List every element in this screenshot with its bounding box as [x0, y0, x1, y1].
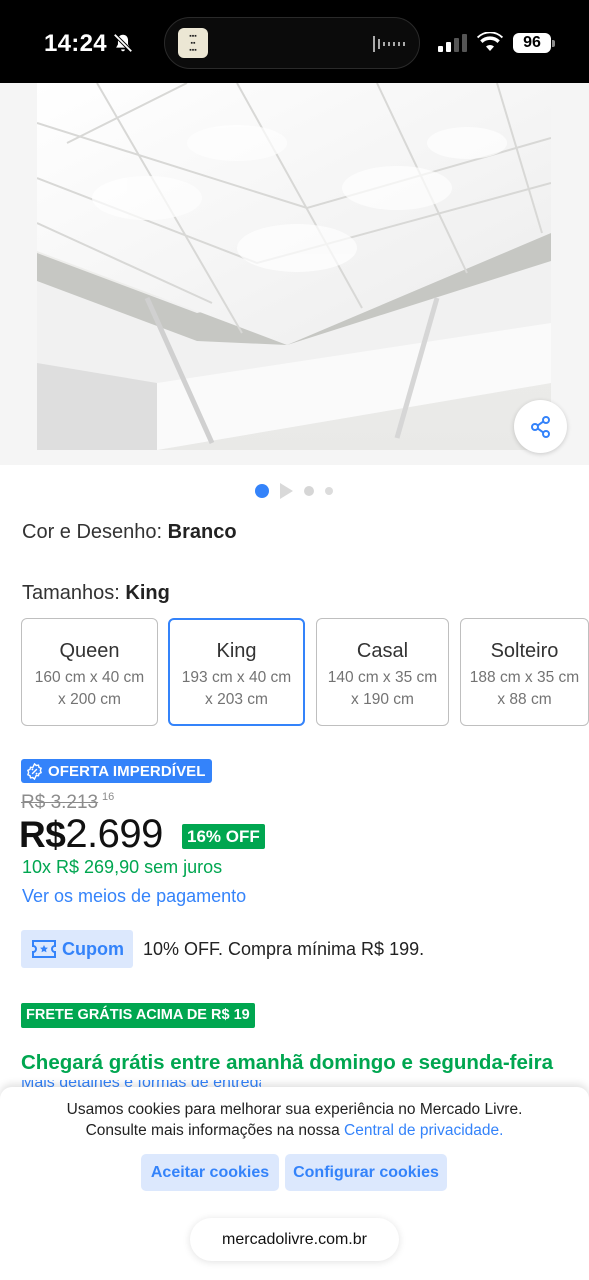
size-option-queen[interactable]: Queen 160 cm x 40 cm x 200 cm: [21, 618, 158, 726]
old-price: R$ 3.213: [21, 792, 99, 813]
badge-gear-icon: [27, 762, 42, 780]
size-option-dims: 188 cm x 35 cm x 88 cm: [469, 669, 580, 708]
signal-icon: [438, 34, 467, 52]
product-gallery[interactable]: [0, 83, 589, 465]
size-option-dims: 140 cm x 35 cm x 190 cm: [327, 669, 438, 708]
discount-badge: 16% OFF: [182, 824, 265, 849]
coupon-button[interactable]: Cupom: [21, 930, 133, 968]
video-play-icon[interactable]: [280, 483, 293, 499]
waveform-icon: [373, 36, 405, 52]
installments-text: 10x R$ 269,90 sem juros: [22, 857, 223, 877]
browser-url-bar[interactable]: mercadolivre.com.br: [190, 1218, 399, 1261]
size-option-name: Casal: [356, 640, 409, 662]
status-bar: 14:24 ▪▪▪ ▪▪ ▪▪▪ 96: [0, 0, 589, 83]
accept-cookies-button[interactable]: Aceitar cookies: [141, 1154, 279, 1191]
price-value: 2.699: [65, 812, 163, 856]
size-option-name: King: [216, 640, 257, 662]
size-value: King: [125, 582, 170, 604]
price-currency: R$: [19, 814, 66, 855]
color-value: Branco: [167, 521, 237, 543]
coupon-description: 10% OFF. Compra mínima R$ 199.: [143, 939, 425, 959]
size-option-dims: 160 cm x 40 cm x 200 cm: [34, 669, 145, 708]
color-label: Cor e Desenho:: [22, 521, 163, 543]
status-time: 14:24: [44, 30, 107, 57]
size-option-casal[interactable]: Casal 140 cm x 35 cm x 190 cm: [316, 618, 449, 726]
color-variation: Cor e Desenho: Branco: [22, 521, 237, 544]
size-option-solteiro[interactable]: Solteiro 188 cm x 35 cm x 88 cm: [460, 618, 589, 726]
pagination-dot[interactable]: [304, 486, 314, 496]
cookie-message-line2: Consulte mais informações na nossa: [85, 1122, 340, 1139]
wifi-icon: [477, 32, 503, 51]
gallery-pagination: [254, 482, 344, 499]
privacy-center-link[interactable]: Central de privacidade.: [344, 1122, 503, 1139]
product-image[interactable]: [37, 83, 551, 450]
delivery-estimate: Chegará grátis entre amanhã domingo e se…: [21, 1051, 553, 1074]
size-label: Tamanhos:: [22, 582, 120, 604]
size-variation: Tamanhos: King: [22, 582, 170, 605]
pagination-dot-active[interactable]: [255, 484, 269, 498]
cookie-message-line1: Usamos cookies para melhorar sua experiê…: [66, 1101, 523, 1118]
size-option-name: Queen: [59, 640, 120, 662]
dynamic-island[interactable]: ▪▪▪ ▪▪ ▪▪▪: [164, 17, 420, 69]
now-playing-artwork: ▪▪▪ ▪▪ ▪▪▪: [178, 28, 208, 58]
free-shipping-badge: FRETE GRÁTIS ACIMA DE R$ 19: [21, 1003, 255, 1028]
offer-badge-label: OFERTA IMPERDÍVEL: [48, 762, 206, 780]
battery-icon: 96: [513, 33, 555, 53]
payment-methods-link[interactable]: Ver os meios de pagamento: [22, 886, 246, 907]
pagination-dot[interactable]: [325, 487, 333, 495]
size-option-king[interactable]: King 193 cm x 40 cm x 203 cm: [168, 618, 305, 726]
bell-slash-icon: [113, 33, 133, 53]
size-options: Queen 160 cm x 40 cm x 200 cm King 193 c…: [21, 618, 589, 728]
current-price: R$2.699: [19, 812, 163, 857]
share-icon: [530, 415, 550, 438]
size-option-name: Solteiro: [490, 640, 559, 662]
cookie-message: Usamos cookies para melhorar sua experiê…: [0, 1099, 589, 1141]
battery-level: 96: [513, 33, 551, 53]
cookie-consent-panel: Usamos cookies para melhorar sua experiê…: [0, 1087, 589, 1280]
offer-badge: OFERTA IMPERDÍVEL: [21, 759, 212, 783]
coupon-label: Cupom: [62, 938, 124, 959]
share-button[interactable]: [514, 400, 567, 453]
old-price-cents: 16: [102, 791, 115, 803]
configure-cookies-button[interactable]: Configurar cookies: [285, 1154, 447, 1191]
size-option-dims: 193 cm x 40 cm x 203 cm: [181, 669, 292, 708]
coupon-ticket-icon: [32, 940, 56, 958]
